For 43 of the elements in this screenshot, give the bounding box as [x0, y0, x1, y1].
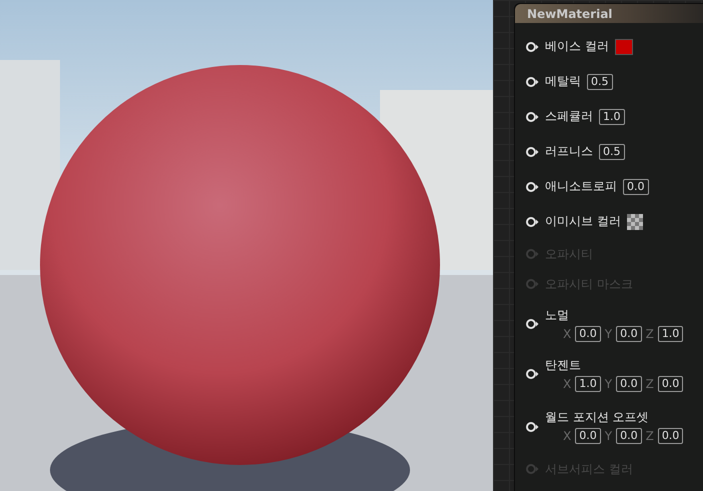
pin-icon[interactable]	[525, 146, 539, 158]
checker-swatch[interactable]	[626, 214, 643, 230]
value-field[interactable]: 1.0	[599, 108, 624, 124]
pin-label: 이미시브 컬러	[545, 213, 621, 230]
axis-label: Z	[646, 326, 654, 340]
axis-label: Y	[604, 429, 612, 443]
value-field[interactable]: 0.0	[623, 178, 648, 194]
value-field[interactable]: 0.5	[599, 144, 624, 160]
axis-label: X	[563, 429, 572, 443]
axis-label: Y	[604, 326, 612, 340]
value-field[interactable]: 1.0	[658, 326, 684, 342]
pin-label: 베이스 컬러	[545, 38, 609, 55]
value-field[interactable]: 0.0	[616, 428, 642, 444]
value-field[interactable]: 0.0	[616, 376, 642, 392]
color-swatch[interactable]	[614, 38, 633, 54]
pin-label: 메탈릭	[545, 73, 581, 90]
value-field[interactable]: 0.5	[587, 74, 612, 90]
axis-label: Z	[646, 376, 654, 390]
axis-label: X	[563, 376, 572, 390]
pin-label: 노멀	[545, 306, 570, 324]
value-field[interactable]: 0.0	[658, 428, 684, 444]
node-title: NewMaterial	[515, 4, 703, 23]
pin-icon[interactable]	[525, 420, 539, 432]
value-field[interactable]: 1.0	[575, 376, 601, 392]
pin-icon[interactable]	[525, 318, 539, 330]
pin-icon[interactable]	[525, 40, 539, 52]
pin-label: 월드 포지션 오프셋	[545, 409, 650, 426]
axis-label: Z	[646, 429, 654, 443]
value-field[interactable]: 0.0	[616, 326, 642, 342]
pin-label: 스페큘러	[545, 108, 593, 125]
pin-label: 애니소트로피	[545, 178, 617, 195]
value-field[interactable]: 0.0	[575, 326, 601, 342]
pin-icon[interactable]	[525, 368, 539, 380]
pin-icon[interactable]	[525, 76, 539, 88]
pin-label: 탄젠트	[545, 356, 582, 374]
axis-label: X	[563, 326, 572, 340]
pin-icon[interactable]	[525, 216, 539, 228]
pin-icon[interactable]	[525, 180, 539, 192]
axis-label: Y	[604, 376, 612, 390]
pin-icon[interactable]	[525, 110, 539, 122]
value-field[interactable]: 0.0	[658, 376, 684, 392]
pin-label: 러프니스	[545, 143, 593, 160]
value-field[interactable]: 0.0	[575, 428, 601, 444]
